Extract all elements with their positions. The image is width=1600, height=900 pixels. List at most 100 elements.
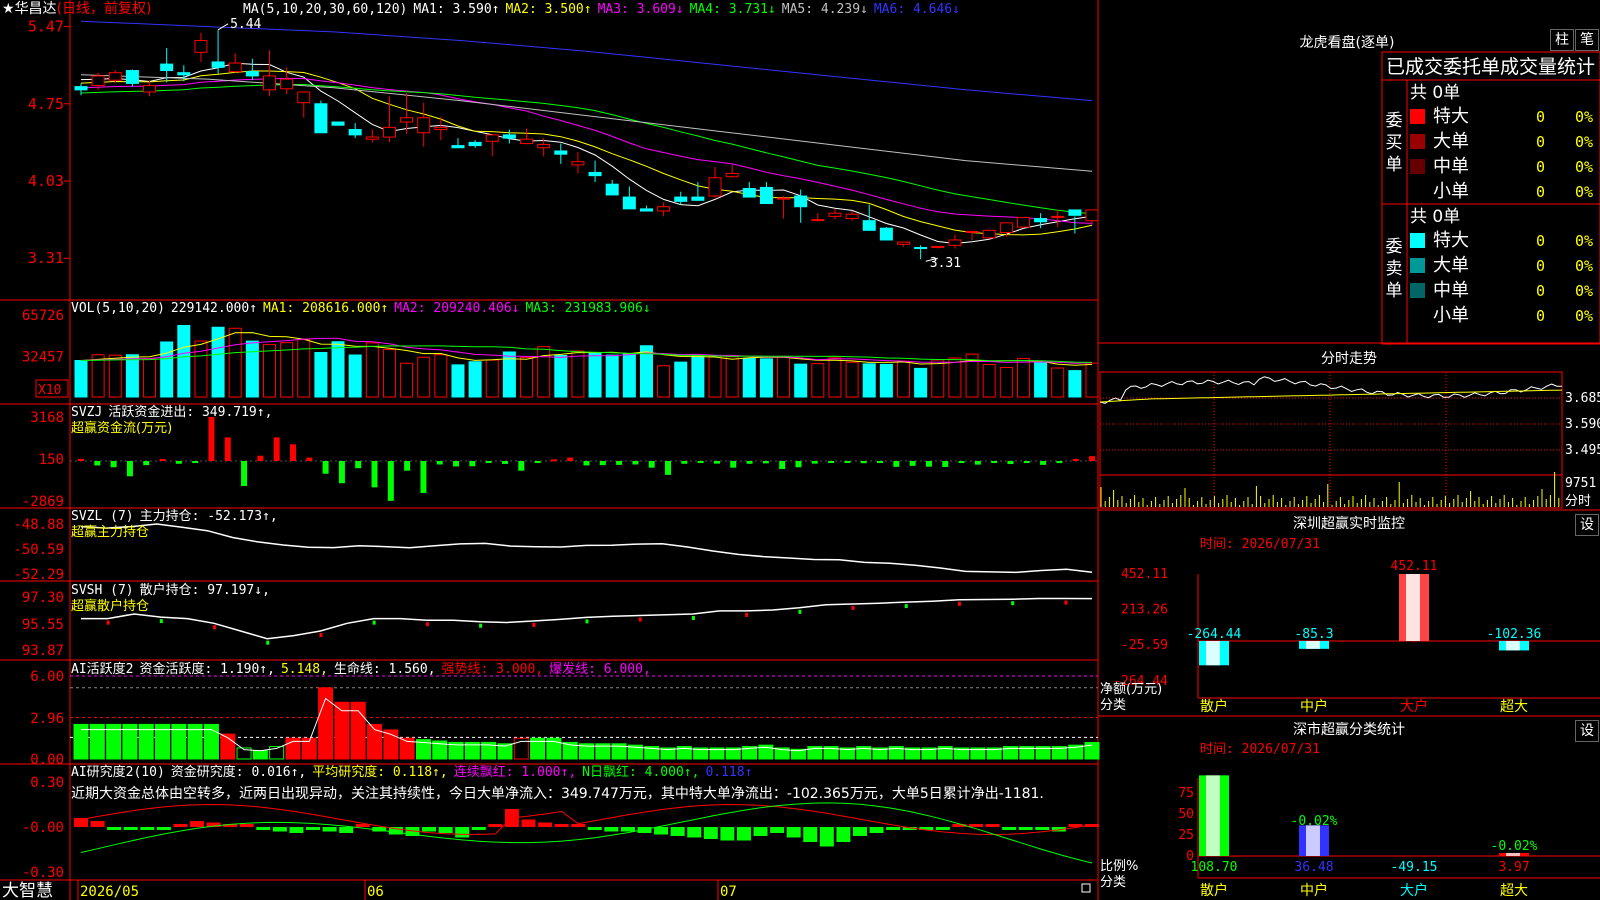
candle-body xyxy=(1085,209,1099,222)
candle-body xyxy=(91,75,105,87)
retail-subtitle: 超赢散户持仓 xyxy=(71,598,149,614)
volume-bar xyxy=(468,361,482,398)
volume-bar xyxy=(897,360,911,398)
volume-bar xyxy=(262,344,276,398)
ai-research-bar xyxy=(687,827,702,838)
retail-panel[interactable]: 97.30 95.55 93.87 SVSH (7) 散户持仓: 97.197↓,超赢散… xyxy=(22,582,1093,659)
retail-tick xyxy=(957,601,961,606)
order-count: 共 0单 xyxy=(1410,207,1460,227)
monitor-bar-highlight xyxy=(1206,641,1220,666)
candle-body xyxy=(657,206,671,212)
ai-research-bar xyxy=(985,824,1000,827)
fund-flow-bar xyxy=(877,461,884,463)
candle-body xyxy=(348,129,362,136)
order-color-swatch xyxy=(1410,109,1425,124)
ai-research-bar xyxy=(1002,827,1017,830)
volume-bar xyxy=(1051,367,1065,398)
volume-bar xyxy=(365,342,379,398)
retail-tick xyxy=(904,604,908,609)
ai-research-bar xyxy=(471,827,486,830)
classify-top-value: -0.02% xyxy=(1291,814,1338,829)
retail-tick xyxy=(479,623,483,628)
classify-settings-button[interactable]: 设 xyxy=(1575,720,1599,742)
order-value: 0 xyxy=(1536,282,1545,300)
volume-bar xyxy=(948,357,962,398)
intraday-avg-line xyxy=(1099,389,1563,403)
classify-category-label: 大户 xyxy=(1400,882,1428,899)
ai-research-bar xyxy=(852,827,867,836)
ai-research-bar xyxy=(736,827,751,841)
fund-flow-bar xyxy=(175,461,182,464)
monitor-y-label: 213.26 xyxy=(1121,602,1168,617)
classify-category-label: 散户 xyxy=(1200,882,1228,899)
fund-flow-bar xyxy=(1072,458,1079,461)
classify-stats-panel[interactable]: 深市超赢分类统计时间: 2026/07/317550250108.70散户36.… xyxy=(1100,721,1600,899)
candle-body xyxy=(674,196,688,202)
volume-bar xyxy=(554,355,568,398)
classify-y-label: 75 xyxy=(1178,786,1194,801)
fund-flow-y-label: -2869 xyxy=(22,494,64,510)
retail-tick xyxy=(798,609,802,614)
volume-bar xyxy=(674,361,688,398)
fund-flow-bar xyxy=(844,461,851,463)
green-research-line xyxy=(80,802,1093,864)
classify-title: 深市超赢分类统计 xyxy=(1293,721,1405,738)
ai-activity-bar xyxy=(252,750,268,760)
fund-flow-bar xyxy=(958,461,965,463)
main-force-panel[interactable]: -48.88 -50.59 -52.29 SVZL (7) 主力持仓: -52.173↑… xyxy=(13,509,1093,583)
fund-flow-bar xyxy=(1040,461,1047,465)
main-force-header: SVZL (7) 主力持仓: -52.173↑, xyxy=(71,509,278,524)
ai-research-bar xyxy=(173,824,188,827)
ma10-line xyxy=(80,70,1093,236)
kline-y-label: 4.03 xyxy=(28,172,64,190)
candle-body xyxy=(245,71,259,77)
kline-panel[interactable]: 5.47 4.75 4.03 3.31 5.44 3.31 ★华昌达(日线，前复权) MA(5… xyxy=(2,0,1099,271)
fund-flow-bar xyxy=(665,461,672,475)
tab-zhu-button[interactable]: 柱 xyxy=(1550,29,1574,51)
ai-research-y-label: -0.00 xyxy=(22,820,64,836)
ai-research-bar xyxy=(289,827,304,833)
retail-line xyxy=(81,597,1093,640)
candle-body xyxy=(314,103,328,134)
ai-research-bar xyxy=(819,827,834,847)
ai-research-bar xyxy=(322,827,337,832)
ai-research-bar xyxy=(753,827,768,836)
volume-bar xyxy=(828,357,842,398)
volume-bar xyxy=(725,356,739,398)
monitor-category-label: 散户 xyxy=(1200,698,1228,715)
fund-flow-bar xyxy=(387,461,394,501)
realtime-monitor-panel[interactable]: 深圳超赢实时监控时间: 2026/07/31 452.11 213.26 -25.59… xyxy=(1100,515,1600,715)
ai-research-bar xyxy=(720,827,735,841)
volume-bar xyxy=(1085,362,1099,398)
ai-activity-y-label: 6.00 xyxy=(30,669,64,685)
candle-body xyxy=(622,196,636,210)
order-color-swatch xyxy=(1410,159,1425,174)
retail-tick xyxy=(425,622,429,627)
volume-bar xyxy=(177,325,191,398)
ai-activity-panel[interactable]: 6.00 2.96 0.00 AI活跃度2 资金活跃度: 1.190↑, 5.148, 生命… xyxy=(30,661,1100,768)
fund-flow-panel[interactable]: 3168 150 -2869 SVZJ 活跃资金进出: 349.719↑,超赢资金流(万… xyxy=(22,404,1098,510)
monitor-settings-button[interactable]: 设 xyxy=(1575,514,1599,536)
date-label: 06 xyxy=(367,884,384,900)
dragon-tiger-panel[interactable]: 龙虎看盘(逐单)已成交委托单成交量统计委买单委卖单共 0单特大 0 0%大单 0 0%中… xyxy=(1300,34,1600,345)
candle-body xyxy=(999,222,1013,233)
order-color-swatch xyxy=(1410,258,1425,273)
fund-flow-bar xyxy=(893,461,900,467)
classify-y-label: 50 xyxy=(1178,807,1194,822)
main-chart[interactable]: 5.47 4.75 4.03 3.31 5.44 3.31 ★华昌达(日线，前复权) MA(5… xyxy=(0,0,1600,900)
retail-y-label: 97.30 xyxy=(22,590,64,606)
intraday-panel[interactable]: 分时走势 3.685 3.590 3.495 9751 分时 xyxy=(1099,351,1600,509)
fund-flow-bar xyxy=(616,461,623,465)
candle-body xyxy=(280,78,294,90)
monitor-value-label: -102.36 xyxy=(1487,627,1542,642)
candle-body xyxy=(845,213,859,220)
candle-body xyxy=(725,172,739,178)
candle-body xyxy=(914,246,928,250)
monitor-axis-label: 分类 xyxy=(1100,698,1126,713)
ai-research-panel[interactable]: 0.30 -0.00 -0.30 AI研究度2(10) 资金研究度: 0.016↑, 平均… xyxy=(22,764,1099,881)
tab-bi-button[interactable]: 笔 xyxy=(1575,29,1599,51)
volume-bar xyxy=(879,363,893,398)
ai-research-y-label: -0.30 xyxy=(22,865,64,881)
volume-panel[interactable]: 65726 32457 X10 VOL(5,10,20) 229142.000↑ MA1:… xyxy=(22,301,1099,398)
order-value: 0 xyxy=(1536,133,1545,151)
